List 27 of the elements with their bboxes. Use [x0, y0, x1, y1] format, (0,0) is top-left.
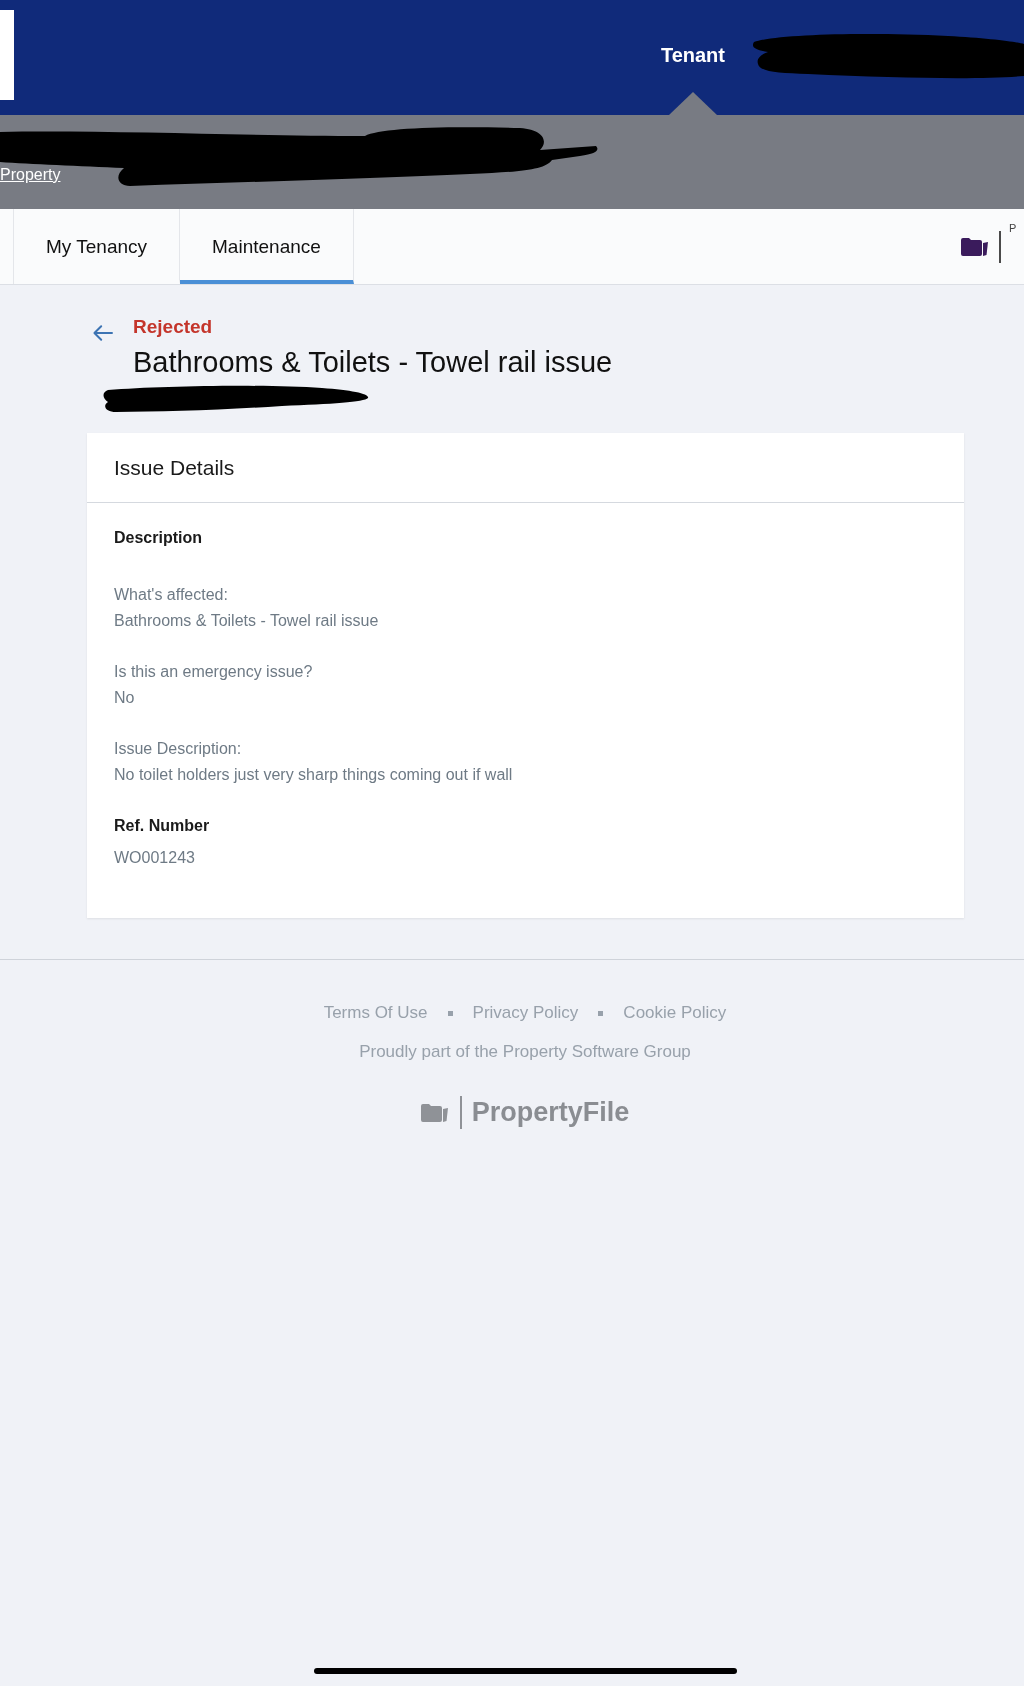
bullet-icon: [447, 1010, 453, 1016]
section-heading: Ref. Number: [114, 816, 211, 836]
field-value: No toilet holders just very sharp things coming out if wall: [114, 765, 514, 785]
status-label: Rejected: [133, 315, 214, 339]
field-label: Is this an emergency issue?: [114, 662, 314, 682]
footer-tagline: Proudly part of the Property Software Group: [359, 1041, 691, 1063]
footer-link[interactable]: Privacy Policy: [472, 1001, 579, 1025]
tab[interactable]: Maintenance: [180, 209, 354, 284]
issue-title: Bathrooms & Toilets - Towel rail issue: [133, 345, 613, 380]
field-value: WO001243: [114, 848, 196, 868]
field-label: Issue Description:: [114, 739, 243, 759]
back-arrow-icon[interactable]: [92, 324, 114, 342]
card-title: Issue Details: [114, 454, 235, 481]
footer-link[interactable]: Cookie Policy: [623, 1001, 727, 1025]
folder-icon: [420, 1102, 448, 1122]
tab[interactable]: My Tenancy: [14, 209, 181, 284]
logo-wordmark: PropertyFile: [471, 1096, 630, 1129]
logo-text: P: [1009, 222, 1018, 235]
footer-link[interactable]: Terms Of Use: [323, 1001, 428, 1025]
folder-icon: [961, 237, 988, 256]
bullet-icon: [598, 1010, 604, 1016]
section-heading: Description: [114, 528, 203, 548]
nav-tab[interactable]: Tenant: [660, 42, 725, 68]
field-value: No: [114, 688, 136, 708]
breadcrumb-link[interactable]: Property: [0, 165, 61, 185]
field-label: What's affected:: [114, 585, 229, 605]
field-value: Bathrooms & Toilets - Towel rail issue: [114, 611, 380, 631]
